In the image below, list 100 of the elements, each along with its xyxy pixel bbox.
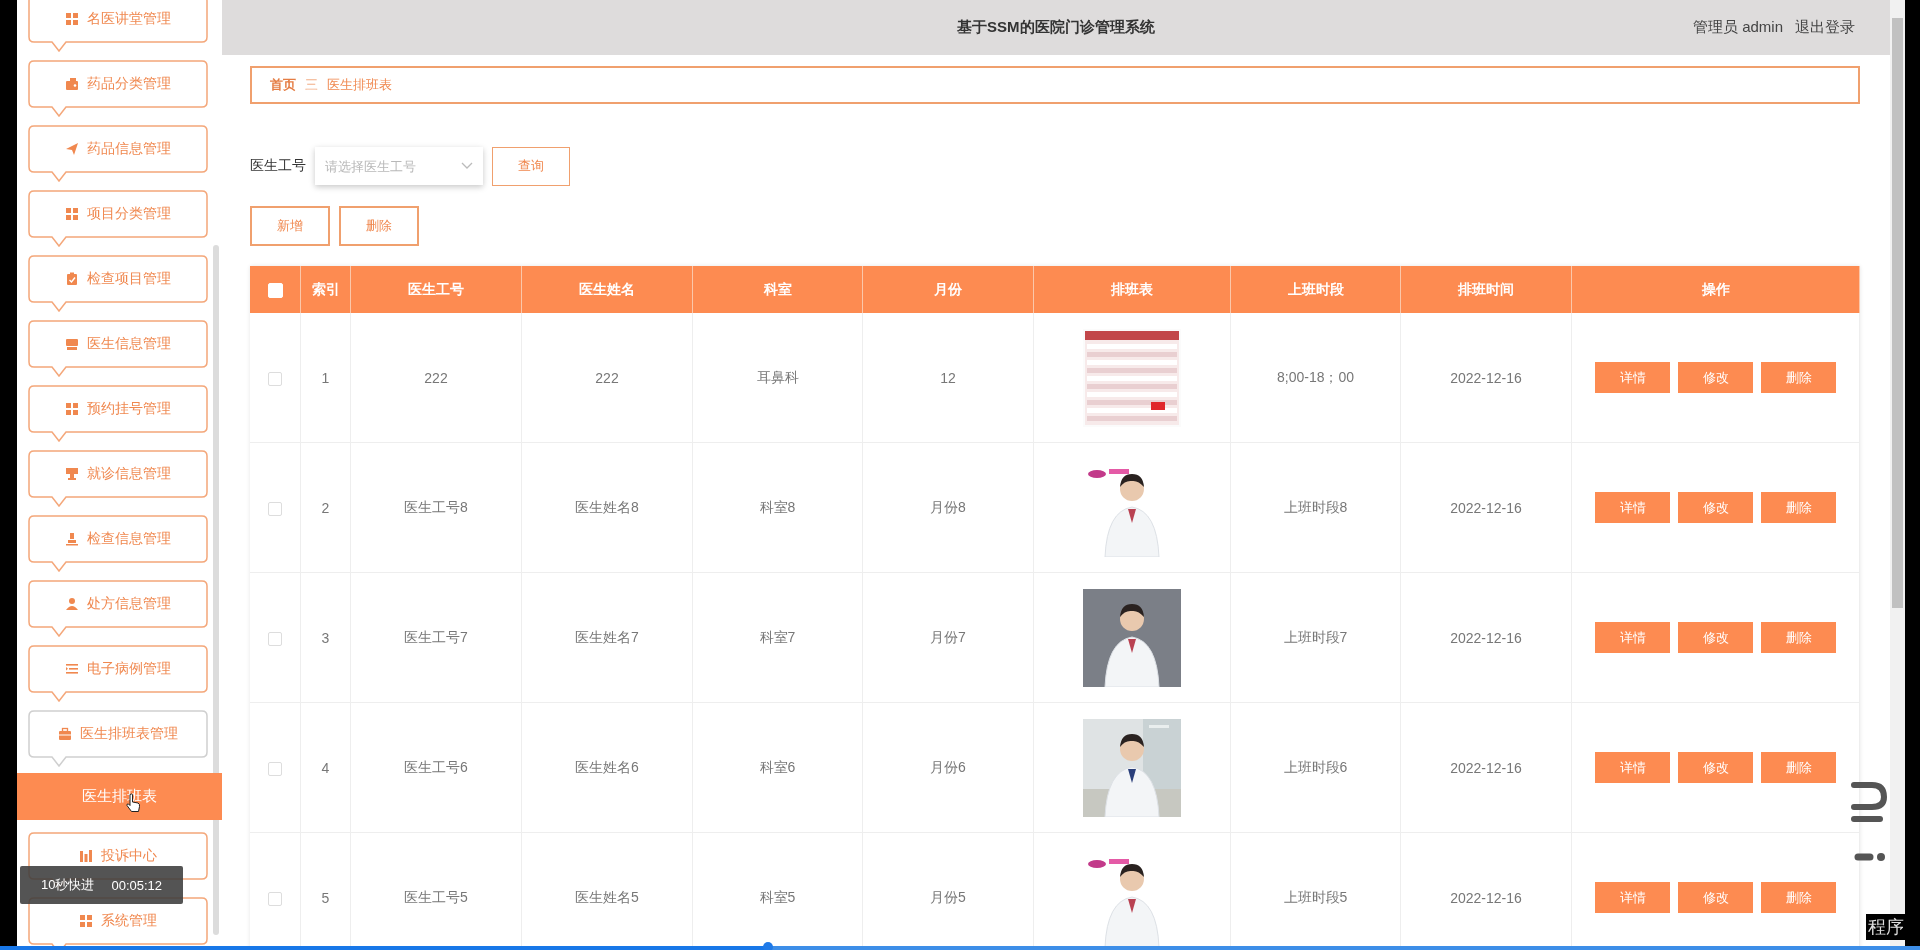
scrollbar[interactable] [213, 245, 219, 935]
menu-item[interactable]: 医生排班表管理 [28, 710, 208, 768]
wallet-icon [65, 77, 79, 91]
grid-icon [65, 402, 79, 416]
field-label: 医生工号 [250, 157, 306, 175]
stamp-icon [65, 467, 79, 481]
menu-item[interactable]: 电子病例管理 [28, 645, 208, 703]
select-field[interactable]: 请选择医生工号 [315, 147, 483, 185]
table-cell: 2 [321, 499, 330, 516]
grid-icon [79, 914, 93, 928]
checkbox[interactable] [268, 891, 282, 906]
breadcrumb-separator: 三 [305, 76, 318, 94]
table-cell: 医生姓名7 [575, 628, 639, 645]
list-icon [65, 662, 79, 676]
menu-item[interactable]: 处方信息管理 [28, 580, 208, 638]
table-cell: 医生工号6 [404, 758, 468, 775]
menu-item[interactable]: 药品分类管理 [28, 60, 208, 118]
app-title: 基于SSM的医院门诊管理系统 [957, 18, 1155, 37]
table-cell: 4 [321, 759, 330, 776]
grid-icon [65, 207, 79, 221]
table-cell: 医生姓名5 [575, 888, 639, 905]
menu-item[interactable]: 检查信息管理 [28, 515, 208, 573]
checkbox[interactable] [268, 371, 282, 386]
menu-item[interactable]: 药品信息管理 [28, 125, 208, 183]
row-action-button[interactable]: 修改 [1678, 362, 1753, 393]
column-header: 索引 [300, 266, 351, 313]
caption-text: 程序 [1866, 914, 1906, 940]
query-button[interactable]: 查询 [492, 146, 570, 186]
table-cell: 科室7 [759, 628, 796, 645]
table-cell: 上班时段5 [1283, 888, 1348, 905]
menu-item[interactable]: 名医讲堂管理 [28, 0, 208, 53]
column-header: 科室 [692, 266, 863, 313]
chevron-down-icon [461, 162, 473, 170]
table-cell: 2022-12-16 [1450, 889, 1522, 906]
checkbox[interactable] [268, 631, 282, 646]
row-action-button[interactable]: 修改 [1678, 882, 1753, 913]
column-header: 排班表 [1033, 266, 1231, 313]
table-cell: 5 [321, 889, 330, 906]
row-action-button[interactable]: 详情 [1595, 492, 1670, 523]
row-action-button[interactable]: 详情 [1595, 752, 1670, 783]
row-action-button[interactable]: 详情 [1595, 882, 1670, 913]
row-action-button[interactable]: 删除 [1761, 362, 1836, 393]
toolbar-button[interactable]: 新增 [250, 206, 330, 246]
menu-item[interactable]: 就诊信息管理 [28, 450, 208, 508]
grid-icon [65, 12, 79, 26]
table-cell: 月份7 [930, 628, 966, 645]
table-cell: 月份8 [930, 498, 966, 515]
table-cell: 月份6 [930, 758, 966, 775]
clipboard-icon [65, 272, 79, 286]
table-cell: 上班时段8 [1283, 498, 1348, 515]
user-name: 管理员 admin [1692, 18, 1783, 37]
table-cell: 2022-12-16 [1450, 759, 1522, 776]
column-header: 排班时间 [1400, 266, 1572, 313]
table-cell: 耳鼻科 [756, 368, 799, 385]
checkbox[interactable] [268, 761, 282, 776]
column-header: 操作 [1571, 266, 1860, 313]
table-cell: 3 [321, 629, 330, 646]
table-cell: 医生工号7 [404, 628, 468, 645]
table-cell: 科室8 [759, 498, 796, 515]
row-action-button[interactable]: 修改 [1678, 622, 1753, 653]
row-action-button[interactable]: 删除 [1761, 752, 1836, 783]
checkbox[interactable] [268, 501, 282, 516]
table-cell: 上班时段7 [1283, 628, 1348, 645]
table-cell: 12 [940, 369, 956, 386]
table-cell: 医生姓名6 [575, 758, 639, 775]
table-cell: 科室6 [759, 758, 796, 775]
column-header: 医生姓名 [521, 266, 693, 313]
breadcrumb-link[interactable]: 首页 [270, 76, 296, 94]
table-cell: 8;00-18；00 [1276, 368, 1355, 385]
table-cell: 医生工号8 [404, 498, 468, 515]
time-label: 00:05:12 [111, 877, 163, 893]
menu-item[interactable]: 预约挂号管理 [28, 385, 208, 443]
monitor-icon [65, 337, 79, 351]
row-action-button[interactable]: 删除 [1761, 882, 1836, 913]
table-cell: 上班时段6 [1283, 758, 1348, 775]
table-cell: 222 [595, 369, 619, 386]
table-cell: 2022-12-16 [1450, 499, 1522, 516]
briefcase-icon [58, 727, 72, 741]
bar-chart-icon [79, 849, 93, 863]
column-header: 医生工号 [350, 266, 522, 313]
breadcrumb-link[interactable]: 医生排班表 [327, 76, 392, 94]
table-cell: 医生姓名8 [575, 498, 639, 515]
menu-item[interactable]: 检查项目管理 [28, 255, 208, 313]
row-action-button[interactable]: 修改 [1678, 492, 1753, 523]
logout-link[interactable]: 退出登录 [1795, 18, 1855, 37]
row-action-button[interactable]: 删除 [1761, 622, 1836, 653]
table-cell: 科室5 [759, 888, 796, 905]
toolbar-button[interactable]: 删除 [339, 206, 419, 246]
row-action-button[interactable]: 修改 [1678, 752, 1753, 783]
table-cell: 2022-12-16 [1450, 629, 1522, 646]
menu-item[interactable]: 医生信息管理 [28, 320, 208, 378]
table-cell: 医生工号5 [404, 888, 468, 905]
menu-item[interactable]: 项目分类管理 [28, 190, 208, 248]
row-action-button[interactable]: 详情 [1595, 622, 1670, 653]
table-cell: 1 [321, 369, 330, 386]
send-icon [65, 142, 79, 156]
table-cell: 2022-12-16 [1450, 369, 1522, 386]
table-cell: 月份5 [930, 888, 966, 905]
row-action-button[interactable]: 详情 [1595, 362, 1670, 393]
row-action-button[interactable]: 删除 [1761, 492, 1836, 523]
